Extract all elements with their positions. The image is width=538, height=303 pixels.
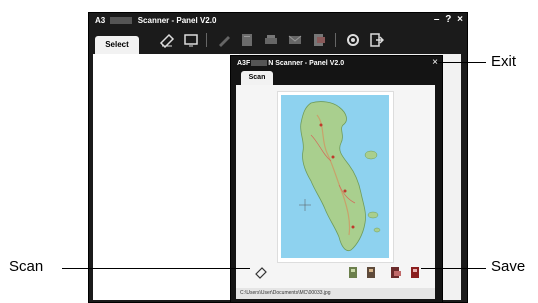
redaction [251, 60, 268, 67]
scan-panel-window: A3F N Scanner - Panel V2.0 × Scan C:\Use… [230, 55, 443, 303]
exit-icon[interactable] [368, 32, 385, 48]
help-button[interactable]: ? [445, 14, 451, 25]
file-path: C:\Users\User\Documents\MC\00033.jpg [240, 290, 331, 296]
scanner-icon[interactable] [159, 32, 175, 49]
pdf-icon[interactable] [311, 32, 327, 48]
scan-preview-area [236, 85, 435, 288]
scan-callout-line [62, 268, 250, 269]
save-button[interactable] [408, 265, 422, 279]
close-button[interactable]: × [457, 14, 463, 25]
window-title-prefix: A3 [95, 16, 106, 25]
scan-button[interactable] [254, 265, 268, 279]
select-left-pane [93, 54, 239, 300]
settings-icon[interactable] [345, 32, 361, 48]
scanned-map-image [277, 91, 394, 263]
window-title: A3 Scanner - Panel V2.0 [95, 16, 216, 25]
book-icon[interactable] [239, 32, 255, 48]
pen-icon[interactable] [216, 32, 232, 48]
minimize-button[interactable]: – [434, 14, 440, 25]
save-callout-label: Save [491, 258, 526, 275]
scan-panel-title-prefix: A3F [237, 60, 251, 67]
mail-icon[interactable] [287, 32, 303, 48]
printer-icon[interactable] [263, 32, 279, 48]
save-option-1-icon[interactable] [346, 265, 360, 279]
toolbar: Select [89, 28, 467, 54]
tab-select[interactable]: Select [95, 36, 139, 54]
scan-panel-title-suffix: N Scanner - Panel V2.0 [268, 60, 345, 67]
save-option-3-icon[interactable] [388, 265, 402, 279]
window-controls: – ? × [431, 14, 463, 25]
exit-callout-line [437, 62, 486, 63]
map-illustration [281, 95, 389, 258]
save-option-2-icon[interactable] [364, 265, 378, 279]
tab-scan[interactable]: Scan [241, 71, 273, 85]
toolbar-separator [206, 33, 207, 47]
redaction [110, 17, 133, 25]
save-callout-line [421, 268, 486, 269]
title-bar: A3 Scanner - Panel V2.0 – ? × [89, 13, 467, 28]
scan-panel-title: A3F N Scanner - Panel V2.0 [237, 60, 344, 67]
exit-callout-label: Exit [491, 53, 517, 70]
window-title-suffix: Scanner - Panel V2.0 [137, 16, 217, 25]
status-bar: C:\Users\User\Documents\MC\00033.jpg [236, 288, 435, 299]
monitor-icon[interactable] [183, 32, 199, 48]
scan-callout-label: Scan [9, 258, 44, 275]
toolbar-separator [335, 33, 336, 47]
